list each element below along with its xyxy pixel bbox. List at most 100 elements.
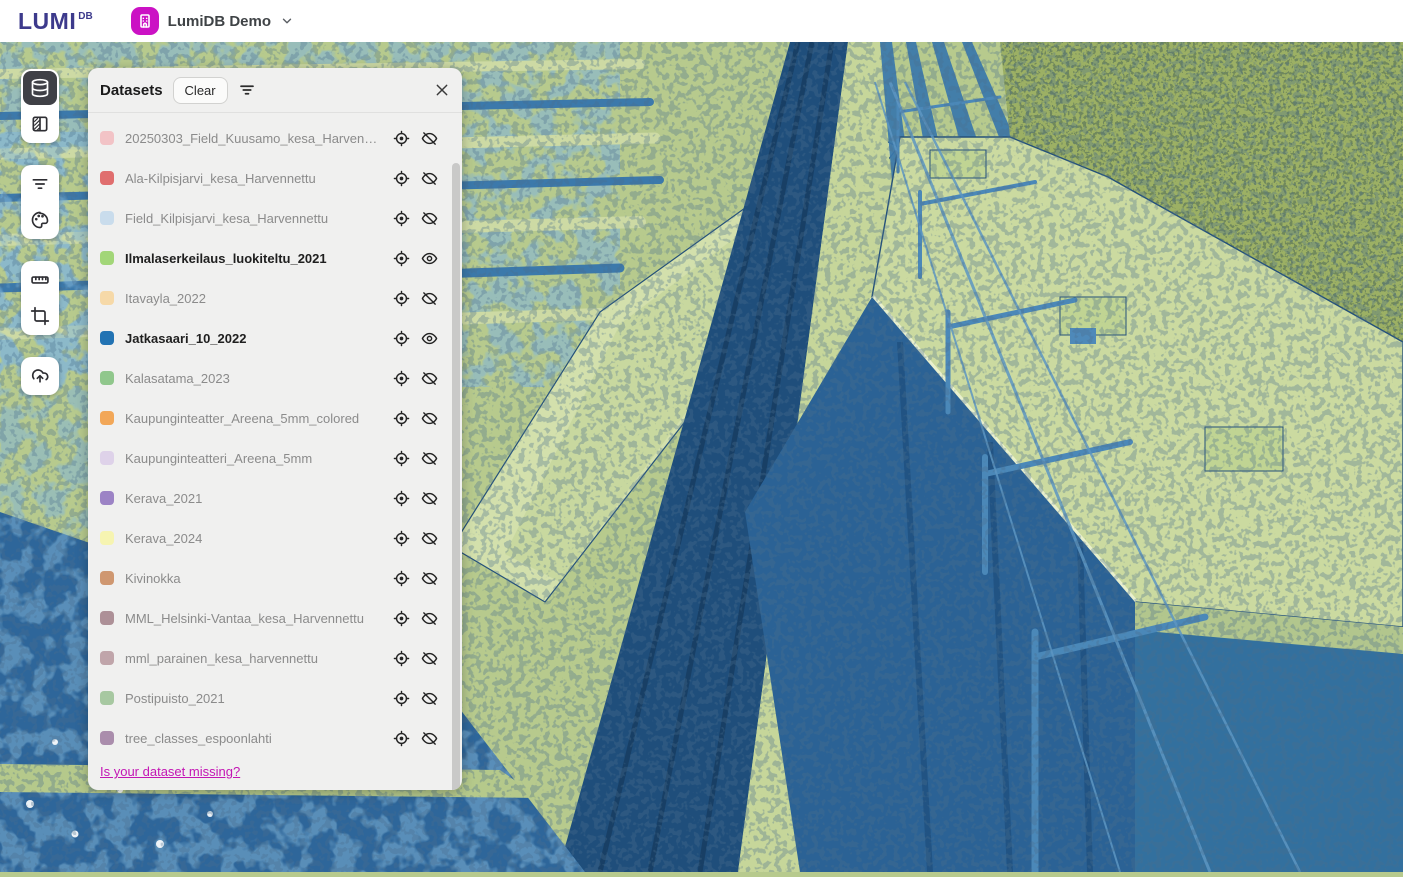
close-panel-button[interactable] (434, 82, 450, 98)
dataset-name: Kaupunginteatteri_Areena_5mm (125, 451, 312, 466)
toggle-visibility-button[interactable] (420, 129, 438, 147)
locate-dataset-button[interactable] (392, 369, 410, 387)
toggle-visibility-button[interactable] (420, 489, 438, 507)
toggle-visibility-button[interactable] (420, 449, 438, 467)
locate-dataset-button[interactable] (392, 249, 410, 267)
dataset-color-swatch[interactable] (100, 571, 114, 585)
dataset-row: tree_classes_espoonlahti (88, 718, 448, 758)
eye-off-icon (421, 450, 438, 467)
dataset-color-swatch[interactable] (100, 491, 114, 505)
split-view-icon (30, 114, 50, 134)
eye-off-icon (421, 170, 438, 187)
locate-dataset-button[interactable] (392, 529, 410, 547)
dataset-name: tree_classes_espoonlahti (125, 731, 272, 746)
toggle-visibility-button[interactable] (420, 329, 438, 347)
dataset-row: Ala-Kilpisjarvi_kesa_Harvennettu (88, 158, 448, 198)
eye-off-icon (421, 530, 438, 547)
workspace-name: LumiDB Demo (168, 13, 271, 30)
dataset-row-actions (392, 289, 448, 307)
toggle-visibility-button[interactable] (420, 689, 438, 707)
panel-scrollbar-thumb[interactable] (452, 163, 460, 790)
datasets-tool-button[interactable] (23, 71, 57, 105)
dataset-row-actions (392, 209, 448, 227)
locate-dataset-button[interactable] (392, 209, 410, 227)
locate-dataset-button[interactable] (392, 649, 410, 667)
dataset-row-actions (392, 489, 448, 507)
logo-text: LUMI (18, 10, 76, 33)
dataset-row: Kaupunginteatteri_Areena_5mm (88, 438, 448, 478)
dataset-color-swatch[interactable] (100, 731, 114, 745)
dataset-color-swatch[interactable] (100, 651, 114, 665)
toggle-visibility-button[interactable] (420, 609, 438, 627)
locate-icon (393, 290, 410, 307)
toggle-visibility-button[interactable] (420, 169, 438, 187)
locate-icon (393, 650, 410, 667)
dataset-color-swatch[interactable] (100, 411, 114, 425)
building-icon (137, 13, 153, 29)
toggle-visibility-button[interactable] (420, 729, 438, 747)
dataset-list: 20250303_Field_Kuusamo_kesa_Harvennettu … (88, 118, 462, 758)
dataset-color-swatch[interactable] (100, 371, 114, 385)
locate-icon (393, 570, 410, 587)
toggle-visibility-button[interactable] (420, 529, 438, 547)
toggle-visibility-button[interactable] (420, 249, 438, 267)
dataset-row-actions (392, 369, 448, 387)
toggle-visibility-button[interactable] (420, 289, 438, 307)
dataset-color-swatch[interactable] (100, 291, 114, 305)
dataset-color-swatch[interactable] (100, 251, 114, 265)
dataset-row: Jatkasaari_10_2022 (88, 318, 448, 358)
dataset-missing-link[interactable]: Is your dataset missing? (100, 764, 462, 779)
dataset-row: Postipuisto_2021 (88, 678, 448, 718)
eye-off-icon (421, 690, 438, 707)
toolbar-group-upload (21, 357, 59, 395)
left-toolbar (21, 69, 59, 395)
datasets-panel: Datasets Clear 20250303_Field_Kuusamo_ke… (88, 68, 462, 790)
dataset-color-swatch[interactable] (100, 611, 114, 625)
upload-tool-button[interactable] (23, 359, 57, 393)
toggle-visibility-button[interactable] (420, 409, 438, 427)
locate-dataset-button[interactable] (392, 689, 410, 707)
locate-dataset-button[interactable] (392, 409, 410, 427)
toggle-visibility-button[interactable] (420, 649, 438, 667)
workspace-switcher[interactable]: LumiDB Demo (131, 7, 294, 35)
toggle-visibility-button[interactable] (420, 209, 438, 227)
locate-dataset-button[interactable] (392, 609, 410, 627)
compare-tool-button[interactable] (23, 107, 57, 141)
dataset-color-swatch[interactable] (100, 531, 114, 545)
toggle-visibility-button[interactable] (420, 569, 438, 587)
locate-dataset-button[interactable] (392, 729, 410, 747)
clear-button[interactable]: Clear (173, 77, 228, 104)
dataset-color-swatch[interactable] (100, 691, 114, 705)
locate-dataset-button[interactable] (392, 569, 410, 587)
dataset-name: Kerava_2021 (125, 491, 202, 506)
dataset-color-swatch[interactable] (100, 451, 114, 465)
dataset-color-swatch[interactable] (100, 331, 114, 345)
dataset-filter-button[interactable] (238, 81, 256, 99)
appearance-tool-button[interactable] (23, 203, 57, 237)
locate-dataset-button[interactable] (392, 449, 410, 467)
locate-icon (393, 370, 410, 387)
locate-dataset-button[interactable] (392, 129, 410, 147)
locate-dataset-button[interactable] (392, 169, 410, 187)
locate-dataset-button[interactable] (392, 489, 410, 507)
locate-dataset-button[interactable] (392, 289, 410, 307)
dataset-row-actions (392, 169, 448, 187)
dataset-color-swatch[interactable] (100, 171, 114, 185)
locate-icon (393, 170, 410, 187)
measure-tool-button[interactable] (23, 263, 57, 297)
locate-dataset-button[interactable] (392, 329, 410, 347)
crop-tool-button[interactable] (23, 299, 57, 333)
toggle-visibility-button[interactable] (420, 369, 438, 387)
dataset-row-actions (392, 729, 448, 747)
dataset-row-actions (392, 649, 448, 667)
eye-off-icon (421, 610, 438, 627)
locate-icon (393, 410, 410, 427)
dataset-name: Field_Kilpisjarvi_kesa_Harvennettu (125, 211, 328, 226)
dataset-color-swatch[interactable] (100, 211, 114, 225)
filter-tool-button[interactable] (23, 167, 57, 201)
dataset-color-swatch[interactable] (100, 131, 114, 145)
dataset-name: Kalasatama_2023 (125, 371, 230, 386)
eye-off-icon (421, 650, 438, 667)
dataset-row: Itavayla_2022 (88, 278, 448, 318)
workspace-avatar (131, 7, 159, 35)
